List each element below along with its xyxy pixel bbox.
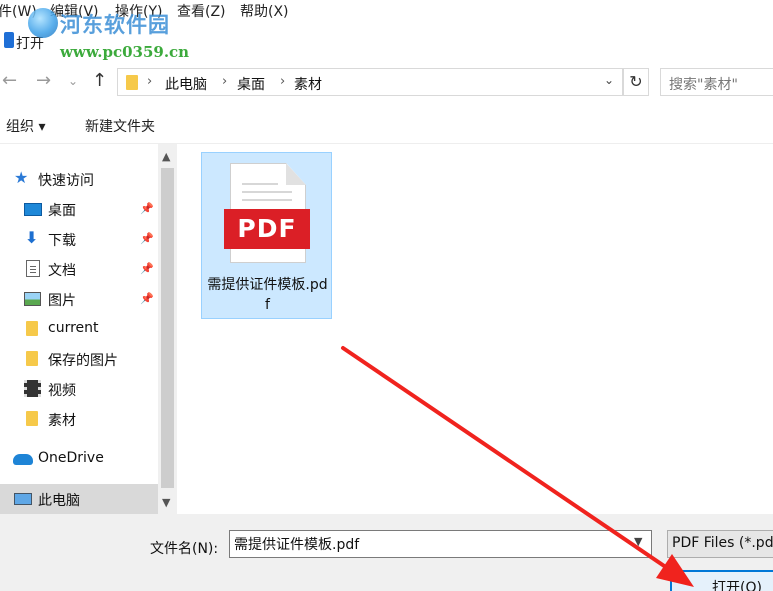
arrow-left-icon[interactable]: ← <box>2 72 17 90</box>
sidebar-item-label: 视频 <box>48 383 76 399</box>
toolbar: 组织 ▾ 新建文件夹 <box>0 104 773 144</box>
navigation-bar: ← → ⌄ ↑ › 此电脑 › 桌面 › 素材 ⌄ ↻ 搜索"素材" <box>0 62 773 102</box>
folder-icon <box>126 75 138 90</box>
pdf-text-line <box>242 183 278 185</box>
sidebar-item-documents[interactable]: 文档 📌 <box>0 254 158 284</box>
chevron-down-icon[interactable]: ⌄ <box>68 72 78 90</box>
scroll-up-icon[interactable]: ▲ <box>162 150 170 163</box>
breadcrumb-chevron-icon[interactable]: › <box>147 74 152 89</box>
watermark-url: www.pc0359.cn <box>60 43 190 61</box>
sidebar-item-onedrive[interactable]: OneDrive <box>0 444 158 474</box>
arrow-up-icon[interactable]: ↑ <box>92 72 107 90</box>
scroll-down-icon[interactable]: ▼ <box>162 496 170 509</box>
menu-item-view[interactable]: 查看(Z) <box>177 1 226 21</box>
pin-icon[interactable]: 📌 <box>140 232 154 245</box>
breadcrumb-desktop[interactable]: 桌面 <box>237 74 265 94</box>
video-icon <box>24 380 41 397</box>
address-history-chevron-icon[interactable]: ⌄ <box>604 73 614 87</box>
sidebar-item-saved-pictures[interactable]: 保存的图片 <box>0 344 158 374</box>
sidebar-item-label: 素材 <box>48 413 76 429</box>
cloud-icon <box>13 454 33 465</box>
navigation-scrollbar[interactable]: ▲ ▼ <box>158 144 177 514</box>
file-name: 需提供证件模板.pdf <box>207 277 328 313</box>
document-icon <box>26 260 40 277</box>
dialog-app-icon <box>4 32 14 48</box>
sidebar-item-label: 文档 <box>48 263 76 279</box>
organize-button[interactable]: 组织 ▾ <box>6 116 45 136</box>
sidebar-item-downloads[interactable]: ⬇ 下载 📌 <box>0 224 158 254</box>
desktop-icon <box>24 203 42 216</box>
scrollbar-thumb[interactable] <box>161 168 174 488</box>
sidebar-item-label: 此电脑 <box>38 493 80 509</box>
filename-label: 文件名(N): <box>150 541 219 557</box>
pin-icon[interactable]: 📌 <box>140 292 154 305</box>
sidebar-item-desktop[interactable]: 桌面 📌 <box>0 194 158 224</box>
star-icon: ★ <box>14 168 29 187</box>
navigation-pane: ★ 快速访问 桌面 📌 ⬇ 下载 📌 文档 📌 图片 📌 current 保存的… <box>0 144 158 514</box>
computer-icon <box>14 493 32 505</box>
pin-icon[interactable]: 📌 <box>140 262 154 275</box>
sidebar-item-label: current <box>48 320 99 336</box>
breadcrumb-this-pc[interactable]: 此电脑 <box>165 74 207 94</box>
filename-input[interactable] <box>229 530 652 558</box>
file-type-select[interactable]: PDF Files (*.pdf) <box>667 530 773 558</box>
search-input[interactable]: 搜索"素材" <box>660 68 773 96</box>
refresh-icon[interactable]: ↻ <box>623 68 649 96</box>
new-folder-button[interactable]: 新建文件夹 <box>85 116 155 136</box>
dialog-footer: 文件名(N): ▼ PDF Files (*.pdf) 打开(O) <box>0 514 773 591</box>
download-icon: ⬇ <box>25 228 39 247</box>
pdf-text-line <box>242 191 292 193</box>
sidebar-item-this-pc[interactable]: 此电脑 <box>0 484 158 514</box>
folder-icon <box>26 321 38 336</box>
sidebar-item-quick-access[interactable]: ★ 快速访问 <box>0 164 158 194</box>
watermark-name: 河东软件园 <box>60 12 170 37</box>
pdf-badge: PDF <box>224 209 310 249</box>
file-item[interactable]: PDF 需提供证件模板.pdf <box>201 152 332 319</box>
sidebar-item-pictures[interactable]: 图片 📌 <box>0 284 158 314</box>
folder-icon <box>26 411 38 426</box>
breadcrumb-chevron-icon[interactable]: › <box>222 74 227 89</box>
sidebar-item-label: 桌面 <box>48 203 76 219</box>
pin-icon[interactable]: 📌 <box>140 202 154 215</box>
sidebar-item-material[interactable]: 素材 <box>0 404 158 434</box>
breadcrumb-material[interactable]: 素材 <box>294 74 322 94</box>
watermark-logo-icon <box>28 8 58 38</box>
file-list-pane[interactable]: PDF 需提供证件模板.pdf <box>177 144 773 514</box>
picture-icon <box>24 292 41 306</box>
pdf-text-line <box>242 199 292 201</box>
open-button[interactable]: 打开(O) <box>670 570 773 591</box>
folder-icon <box>26 351 38 366</box>
sidebar-item-label: 下载 <box>48 233 76 249</box>
breadcrumb-chevron-icon[interactable]: › <box>280 74 285 89</box>
sidebar-item-label: OneDrive <box>38 450 104 466</box>
menu-item-help[interactable]: 帮助(X) <box>240 1 289 21</box>
sidebar-item-current[interactable]: current <box>0 314 158 344</box>
sidebar-item-label: 图片 <box>48 293 76 309</box>
sidebar-item-label: 保存的图片 <box>48 353 118 369</box>
filename-chevron-down-icon[interactable]: ▼ <box>634 535 642 548</box>
address-bar[interactable]: › 此电脑 › 桌面 › 素材 ⌄ <box>117 68 623 96</box>
sidebar-item-label: 快速访问 <box>38 173 94 189</box>
arrow-right-icon[interactable]: → <box>36 72 51 90</box>
sidebar-item-videos[interactable]: 视频 <box>0 374 158 404</box>
